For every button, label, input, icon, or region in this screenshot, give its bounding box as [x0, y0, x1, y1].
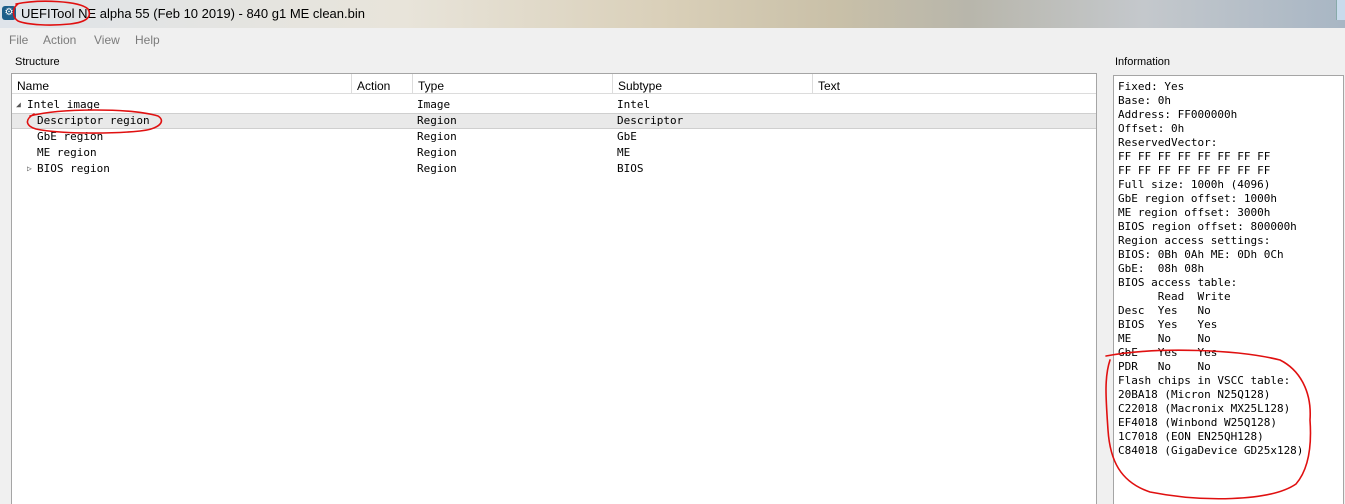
menu-file[interactable]: File — [9, 33, 28, 47]
info-line: Flash chips in VSCC table: — [1118, 374, 1291, 387]
info-line: BIOS Yes Yes — [1118, 318, 1218, 331]
column-header-subtype[interactable]: Subtype — [613, 74, 813, 94]
menu-help[interactable]: Help — [135, 33, 160, 47]
uefitool-app-icon: ⚙ — [2, 6, 16, 20]
information-group-label: Information — [1115, 56, 1171, 68]
structure-group-label: Structure — [15, 56, 60, 68]
row-name: Descriptor region — [37, 114, 150, 127]
tree-row[interactable]: ◢ Intel image Image Intel — [12, 97, 1096, 113]
expanded-arrow-icon[interactable]: ◢ — [16, 97, 21, 113]
menu-bar: File Action View Help — [0, 31, 1345, 49]
info-line: 20BA18 (Micron N25Q128) — [1118, 388, 1271, 401]
window-title: UEFITool NE alpha 55 (Feb 10 2019) - 840… — [21, 6, 365, 21]
row-subtype: ME — [617, 146, 631, 159]
row-type: Region — [417, 130, 457, 143]
info-line: GbE region offset: 1000h — [1118, 192, 1277, 205]
information-text[interactable]: Fixed: Yes Base: 0h Address: FF000000h O… — [1113, 75, 1344, 504]
column-header-type[interactable]: Type — [413, 74, 613, 94]
info-line: Full size: 1000h (4096) — [1118, 178, 1271, 191]
row-subtype: Intel — [617, 98, 651, 111]
collapsed-arrow-icon[interactable]: ▷ — [27, 161, 32, 177]
info-line: FF FF FF FF FF FF FF FF — [1118, 164, 1271, 177]
row-name: ME region — [37, 146, 97, 159]
info-line: Base: 0h — [1118, 94, 1171, 107]
info-line: Offset: 0h — [1118, 122, 1185, 135]
info-line: Read Write — [1118, 290, 1231, 303]
menu-action[interactable]: Action — [43, 33, 76, 47]
column-header-action[interactable]: Action — [352, 74, 413, 94]
row-type: Image — [417, 98, 451, 111]
info-line: C84018 (GigaDevice GD25x128) — [1118, 444, 1304, 457]
info-line: ReservedVector: — [1118, 136, 1218, 149]
info-line: GbE Yes Yes — [1118, 346, 1218, 359]
tree-row[interactable]: ME region Region ME — [12, 145, 1096, 161]
menu-view[interactable]: View — [94, 33, 120, 47]
row-name: BIOS region — [37, 162, 110, 175]
row-name: GbE region — [37, 130, 104, 143]
column-header-text[interactable]: Text — [813, 74, 1096, 94]
info-line: BIOS region offset: 800000h — [1118, 220, 1297, 233]
row-type: Region — [417, 162, 457, 175]
window-control-button[interactable] — [1336, 0, 1345, 20]
info-line: EF4018 (Winbond W25Q128) — [1118, 416, 1277, 429]
info-line: Fixed: Yes — [1118, 80, 1185, 93]
structure-tree[interactable]: Name Action Type Subtype Text ◢ Intel im… — [11, 73, 1097, 504]
row-type: Region — [417, 146, 457, 159]
info-line: FF FF FF FF FF FF FF FF — [1118, 150, 1271, 163]
info-line: BIOS access table: — [1118, 276, 1238, 289]
tree-row-selected[interactable]: Descriptor region Region Descriptor — [12, 113, 1096, 129]
info-line: Address: FF000000h — [1118, 108, 1238, 121]
tree-row[interactable]: GbE region Region GbE — [12, 129, 1096, 145]
info-line: 1C7018 (EON EN25QH128) — [1118, 430, 1264, 443]
tree-row[interactable]: ▷ BIOS region Region BIOS — [12, 161, 1096, 177]
row-name: Intel image — [27, 98, 100, 111]
info-line: ME No No — [1118, 332, 1211, 345]
info-line: BIOS: 0Bh 0Ah ME: 0Dh 0Ch — [1118, 248, 1284, 261]
info-line: ME region offset: 3000h — [1118, 206, 1271, 219]
info-line: Region access settings: — [1118, 234, 1271, 247]
info-line: Desc Yes No — [1118, 304, 1211, 317]
info-line: PDR No No — [1118, 360, 1211, 373]
row-subtype: GbE — [617, 130, 637, 143]
info-line: C22018 (Macronix MX25L128) — [1118, 402, 1291, 415]
info-line: GbE: 08h 08h — [1118, 262, 1205, 275]
row-subtype: BIOS — [617, 162, 644, 175]
column-header-name[interactable]: Name — [12, 74, 352, 94]
title-bar[interactable]: ⚙ UEFITool NE alpha 55 (Feb 10 2019) - 8… — [0, 0, 1345, 28]
row-type: Region — [417, 114, 457, 127]
row-subtype: Descriptor — [617, 114, 684, 127]
